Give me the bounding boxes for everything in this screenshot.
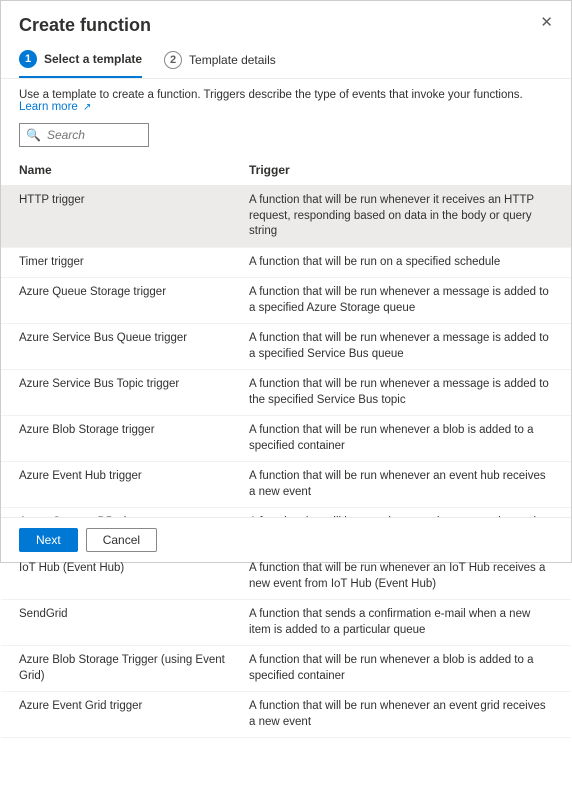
table-row[interactable]: Azure Service Bus Topic triggerA functio… [1, 370, 571, 416]
table-row[interactable]: Azure Service Bus Queue triggerA functio… [1, 324, 571, 370]
template-name: Azure Queue Storage trigger [19, 285, 249, 316]
step-1[interactable]: 1 Select a template [19, 50, 142, 78]
template-trigger: A function that sends a confirmation e-m… [249, 607, 553, 638]
divider [1, 78, 571, 79]
step-label: Template details [189, 53, 276, 67]
template-table: Name Trigger HTTP triggerA function that… [1, 159, 571, 792]
table-header: Name Trigger [1, 159, 571, 186]
table-row[interactable]: Azure Event Grid triggerA function that … [1, 692, 571, 738]
template-name: Azure Event Grid trigger [19, 699, 249, 730]
close-icon[interactable]: ✕ [540, 15, 553, 30]
step-2[interactable]: 2 Template details [164, 50, 276, 78]
step-badge: 1 [19, 50, 37, 68]
template-name: Timer trigger [19, 255, 249, 271]
search-input[interactable] [47, 128, 142, 142]
learn-more-label: Learn more [19, 101, 78, 113]
table-row[interactable]: Azure Event Hub triggerA function that w… [1, 462, 571, 508]
column-header-name[interactable]: Name [19, 163, 249, 177]
template-name: Azure Blob Storage Trigger (using Event … [19, 653, 249, 684]
table-row[interactable]: SendGridA function that sends a confirma… [1, 600, 571, 646]
column-header-trigger[interactable]: Trigger [249, 163, 553, 177]
template-name: SendGrid [19, 607, 249, 638]
template-trigger: A function that will be run whenever a m… [249, 285, 553, 316]
template-name: Azure Service Bus Topic trigger [19, 377, 249, 408]
template-trigger: A function that will be run on a specifi… [249, 255, 553, 271]
learn-more-link[interactable]: Learn more ↗ [19, 101, 91, 113]
cancel-button[interactable]: Cancel [86, 528, 157, 552]
table-row[interactable]: HTTP triggerA function that will be run … [1, 186, 571, 248]
template-trigger: A function that will be run whenever an … [249, 469, 553, 500]
description: Use a template to create a function. Tri… [1, 89, 571, 123]
dialog-footer: Next Cancel [1, 517, 571, 562]
stepper: 1 Select a template 2 Template details [1, 44, 571, 78]
step-label: Select a template [44, 52, 142, 66]
step-badge: 2 [164, 51, 182, 69]
external-link-icon: ↗ [83, 102, 91, 113]
table-row[interactable]: Timer triggerA function that will be run… [1, 248, 571, 279]
template-name: HTTP trigger [19, 193, 249, 240]
template-name: Azure Event Hub trigger [19, 469, 249, 500]
template-trigger: A function that will be run whenever a b… [249, 653, 553, 684]
next-button[interactable]: Next [19, 528, 78, 552]
template-trigger: A function that will be run whenever an … [249, 699, 553, 730]
search-input-wrapper[interactable]: 🔍 [19, 123, 149, 147]
template-trigger: A function that will be run whenever a m… [249, 331, 553, 362]
template-trigger: A function that will be run whenever a b… [249, 423, 553, 454]
dialog-title: Create function [19, 15, 151, 36]
table-row[interactable]: Azure Blob Storage Trigger (using Event … [1, 646, 571, 692]
description-text: Use a template to create a function. Tri… [19, 89, 523, 101]
table-row[interactable]: Azure Queue Storage triggerA function th… [1, 278, 571, 324]
template-name: Azure Blob Storage trigger [19, 423, 249, 454]
template-trigger: A function that will be run whenever an … [249, 561, 553, 592]
template-trigger: A function that will be run whenever a m… [249, 377, 553, 408]
table-row[interactable]: Azure Blob Storage triggerA function tha… [1, 416, 571, 462]
search-icon: 🔍 [26, 128, 41, 142]
template-name: IoT Hub (Event Hub) [19, 561, 249, 592]
template-trigger: A function that will be run whenever it … [249, 193, 553, 240]
template-name: Azure Service Bus Queue trigger [19, 331, 249, 362]
